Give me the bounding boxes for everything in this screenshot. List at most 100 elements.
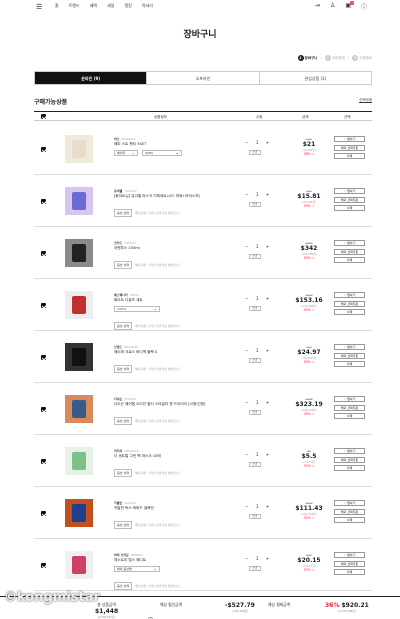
qty-minus-button[interactable]: − [245,193,249,198]
option-select-1[interactable]: 베이지 [114,150,138,156]
order-button[interactable]: 해외 선택주문 [334,196,365,203]
product-brand[interactable]: 닥터지 [114,449,122,453]
wish-button[interactable]: ♡ 찜하기 [334,448,365,454]
tab-offline[interactable]: 오프라인 [147,72,260,84]
item-checkbox[interactable] [41,511,46,516]
order-button[interactable]: 해외 선택주문 [334,300,365,307]
qty-plus-button[interactable]: + [266,557,270,562]
product-brand[interactable]: 헤스페나리 [114,293,128,297]
qty-minus-button[interactable]: − [245,557,249,562]
qty-value[interactable]: 1 [256,505,259,510]
product-image[interactable] [65,395,93,423]
qty-change-button[interactable]: 변경 [249,202,261,207]
option-select-button[interactable]: 옵션 선택 [114,469,132,477]
delete-button[interactable]: 삭제 [334,465,365,471]
qty-plus-button[interactable]: + [266,193,270,198]
product-name[interactable]: 해피 스트 팬티 5SET [114,142,182,147]
qty-value[interactable]: 1 [256,557,259,562]
product-image[interactable] [65,291,93,319]
nav-ranking[interactable]: 랭킹 [124,3,131,9]
qty-change-button[interactable]: 변경 [249,462,261,467]
wish-button[interactable]: ♡ 찜하기 [334,188,365,194]
delete-button[interactable]: 삭제 [334,361,365,367]
login-icon[interactable]: ⇥ [315,2,320,11]
wish-button[interactable]: ♡ 찜하기 [334,292,365,298]
qty-change-button[interactable]: 변경 [249,410,261,415]
delete-button[interactable]: 삭제 [334,153,365,159]
product-image[interactable] [65,499,93,527]
qty-minus-button[interactable]: − [245,401,249,406]
item-checkbox[interactable] [41,147,46,152]
delete-selected-link[interactable]: 선택삭제 [359,98,372,103]
item-checkbox[interactable] [41,459,46,464]
product-image[interactable] [65,239,93,267]
tab-wishlist[interactable]: 관심상품 (1) [260,72,371,84]
nav-luxury[interactable]: 럭셔리 [142,3,153,9]
delete-button[interactable]: 삭제 [334,517,365,523]
nav-trend[interactable]: 트렌드 [69,3,80,9]
qty-minus-button[interactable]: − [245,297,249,302]
order-button[interactable]: 해외 선택주문 [334,248,365,255]
wish-button[interactable]: ♡ 찜하기 [334,136,365,142]
qty-plus-button[interactable]: + [266,453,270,458]
qty-minus-button[interactable]: − [245,141,249,146]
delete-button[interactable]: 삭제 [334,205,365,211]
delete-button[interactable]: 삭제 [334,413,365,419]
info-icon[interactable]: ⓘ [361,2,367,11]
order-button[interactable]: 해외 선택주문 [334,456,365,463]
option-select-button[interactable]: 옵션 선택 [114,322,132,330]
qty-value[interactable]: 1 [256,401,259,406]
qty-plus-button[interactable]: + [266,401,270,406]
user-icon[interactable]: ♙ [330,2,335,11]
menu-icon[interactable]: ☰ [36,3,42,11]
delete-button[interactable]: 삭제 [334,309,365,315]
qty-value[interactable]: 1 [256,193,259,198]
qty-plus-button[interactable]: + [266,505,270,510]
wish-button[interactable]: ♡ 찜하기 [334,344,365,350]
product-brand[interactable]: 유이벨 [114,189,122,193]
option-select-button[interactable]: 옵션 선택 [114,365,132,373]
tab-online[interactable]: 온라인 (9) [35,72,148,84]
item-checkbox[interactable] [41,407,46,412]
nav-home[interactable]: 홈 [55,3,59,9]
item-checkbox[interactable] [41,563,46,568]
product-brand[interactable]: 다이슨 [114,397,122,401]
product-brand[interactable]: 브랜드 [114,345,122,349]
option-select-1[interactable]: 해외 옵션명 [114,566,160,572]
option-select-button[interactable]: 옵션 선택 [114,521,132,529]
wish-button[interactable]: ♡ 찜하기 [334,552,365,558]
qty-value[interactable]: 1 [256,453,259,458]
qty-minus-button[interactable]: − [245,349,249,354]
qty-value[interactable]: 1 [256,141,259,146]
option-select-button[interactable]: 옵션 선택 [114,582,132,590]
delete-button[interactable]: 삭제 [334,257,365,263]
item-checkbox[interactable] [41,199,46,204]
product-name[interactable]: 화이트 디퓨즈 세트 [114,298,180,303]
option-select-1[interactable]: 130*2 [114,306,160,312]
item-checkbox[interactable] [41,251,46,256]
qty-change-button[interactable]: 변경 [249,150,261,155]
product-image[interactable] [65,551,93,579]
qty-change-button[interactable]: 변경 [249,358,261,363]
qty-plus-button[interactable]: + [266,349,270,354]
option-select-button[interactable]: 옵션 선택 [114,417,132,425]
wish-button[interactable]: ♡ 찜하기 [334,396,365,402]
select-all-checkbox[interactable] [41,114,46,119]
qty-plus-button[interactable]: + [266,245,270,250]
wish-button[interactable]: ♡ 찜하기 [334,240,365,246]
order-button[interactable]: 해외 선택주문 [334,352,365,359]
wish-button[interactable]: ♡ 찜하기 [334,500,365,506]
qty-change-button[interactable]: 변경 [249,306,261,311]
option-select-button[interactable]: 옵션 선택 [114,209,132,217]
qty-minus-button[interactable]: − [245,505,249,510]
qty-change-button[interactable]: 변경 [249,566,261,571]
delete-button[interactable]: 삭제 [334,569,365,575]
order-button[interactable]: 해외 선택주문 [334,508,365,515]
product-image[interactable] [65,447,93,475]
item-checkbox[interactable] [41,355,46,360]
qty-value[interactable]: 1 [256,349,259,354]
option-select-2[interactable]: S(95) [142,150,182,156]
qty-plus-button[interactable]: + [266,141,270,146]
qty-change-button[interactable]: 변경 [249,514,261,519]
qty-minus-button[interactable]: − [245,453,249,458]
